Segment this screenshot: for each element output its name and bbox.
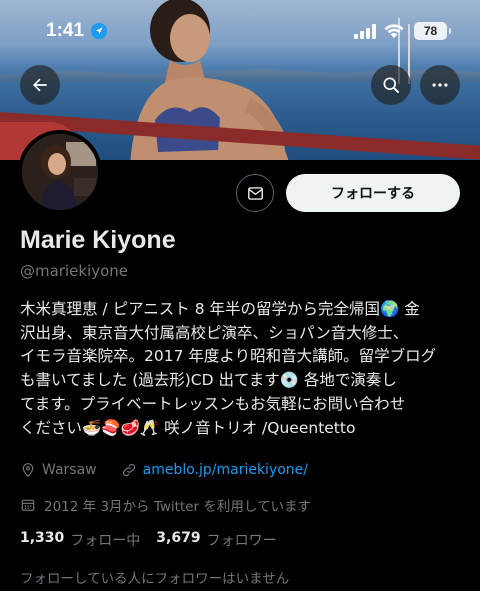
mail-icon — [247, 186, 263, 200]
following-label: フォロー中 — [70, 533, 141, 549]
followers-count-link[interactable]: 3,679 フォロワー — [156, 530, 276, 550]
status-bar: 1:41 78 — [0, 0, 480, 60]
profile-bio: 木米真理恵 / ピアニスト 8 年半の留学から完全帰国🌍 金 沢出身、東京音大付… — [20, 298, 470, 440]
back-button[interactable] — [20, 65, 60, 105]
profile-name: Marie Kiyone — [20, 226, 176, 254]
location-text: Warsaw — [42, 462, 97, 478]
bio-line: イモラ音楽院卒。2017 年度より昭和音大講師。留学ブログ — [20, 347, 437, 366]
profile-location: Warsaw — [20, 462, 97, 478]
calendar-icon — [21, 499, 35, 511]
joined-text: 2012 年 3月から Twitter を利用しています — [44, 499, 311, 515]
wifi-icon — [384, 24, 404, 38]
battery-indicator: 78 — [414, 22, 451, 40]
arrow-left-icon — [33, 78, 47, 92]
cellular-signal-icon — [354, 24, 376, 39]
bio-line: ください🍜🍣🥩🥂 咲ノ音トリオ /Queentetto — [20, 418, 356, 437]
profile-meta: Warsaw ameblo.jp/mariekiyone/ — [20, 462, 308, 478]
link-text[interactable]: ameblo.jp/mariekiyone/ — [143, 462, 308, 478]
avatar[interactable] — [18, 130, 102, 214]
avatar-photo — [22, 134, 98, 210]
bio-line: てます。プライベートレッスンもお気軽にお問い合わせ — [20, 394, 406, 413]
more-icon — [432, 83, 448, 87]
profile-joined: 2012 年 3月から Twitter を利用しています — [20, 495, 311, 515]
follow-button[interactable]: フォローする — [286, 174, 460, 212]
profile-handle: @mariekiyone — [20, 262, 129, 280]
follow-counts: 1,330 フォロー中 3,679 フォロワー — [20, 530, 277, 550]
location-arrow-icon — [90, 22, 108, 40]
followers-label: フォロワー — [206, 533, 277, 549]
message-button[interactable] — [236, 174, 274, 212]
link-icon — [122, 463, 135, 477]
more-button[interactable] — [420, 65, 460, 105]
status-time: 1:41 — [46, 20, 85, 41]
following-count: 1,330 — [20, 530, 65, 546]
followers-you-know: フォローしている人にフォロワーはいません — [20, 571, 290, 587]
bio-line: 木米真理恵 / ピアニスト 8 年半の留学から完全帰国🌍 金 — [20, 300, 420, 318]
bio-line: も書いてました (過去形)CD 出てます💿 各地で演奏し — [20, 371, 397, 390]
profile-link[interactable]: ameblo.jp/mariekiyone/ — [121, 462, 308, 478]
location-pin-icon — [22, 463, 34, 478]
bio-line: 沢出身、東京音大付属高校ピ演卒、ショパン音大修士、 — [20, 323, 409, 342]
search-icon — [383, 77, 399, 94]
search-button[interactable] — [371, 65, 411, 105]
following-count-link[interactable]: 1,330 フォロー中 — [20, 530, 140, 550]
followers-count: 3,679 — [156, 530, 201, 546]
